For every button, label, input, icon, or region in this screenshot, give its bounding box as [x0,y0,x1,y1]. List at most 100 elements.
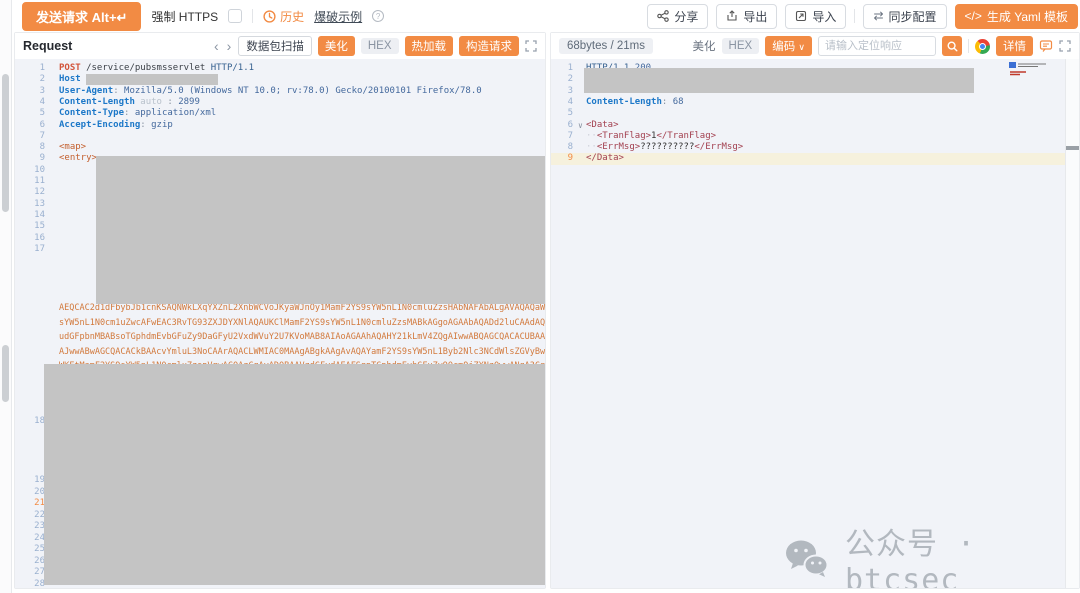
line-number: 9 [551,153,573,164]
line-number: 11 [15,176,45,187]
sync-config-button[interactable]: ⇄ 同步配置 [863,4,946,29]
line-number: 23 [15,521,45,532]
packet-scan-button[interactable]: 数据包扫描 [238,36,312,56]
export-icon [726,10,738,22]
history-label: 历史 [280,8,304,25]
code-line: 6 ∨<Data> [551,120,1079,131]
sync-icon: ⇄ [873,10,883,22]
watermark-text: 公众号 · btcsec [845,519,1079,588]
line-number: 13 [15,199,45,210]
chevron-down-icon: ∨ [798,42,805,52]
share-button[interactable]: 分享 [647,4,708,29]
send-request-button[interactable]: 发送请求 Alt+↵ [22,2,141,31]
response-stats-badge: 68bytes / 21ms [559,38,653,54]
prev-packet-icon[interactable]: ‹ [213,38,220,54]
left-edge-scrollbar[interactable] [0,0,12,593]
line-number: 12 [15,187,45,198]
fold-chevron-icon[interactable]: ∨ [578,120,583,131]
line-number: 9 [15,153,45,164]
wechat-watermark: 公众号 · btcsec [783,519,1079,588]
fullscreen-icon[interactable] [1059,40,1071,52]
line-number: 7 [551,131,573,142]
construct-request-button[interactable]: 构造请求 [459,36,519,56]
line-number: 6 [551,120,573,131]
beautify-button[interactable]: 美化 [693,38,716,54]
line-number: 21 [15,498,45,509]
search-button[interactable] [942,36,962,56]
code-line: 4Content-Length: 68 [551,97,1079,108]
encode-dropdown[interactable]: 编码 ∨ [765,36,812,56]
request-title: Request [23,39,72,53]
code-text: Content-Length: 68 [586,97,684,108]
wechat-icon [783,538,831,580]
payload-line: udGFpbnMBABsoTGphdmEvbGFuZy9DaGFyU2VxdWV… [59,330,545,345]
code-line: 1POST /service/pubsmsservlet HTTP/1.1 [15,63,545,74]
divider [854,9,855,23]
code-line: 8<map> [15,142,545,153]
code-line: 8··<ErrMsg>??????????</ErrMsg> [551,142,1079,153]
line-number: 2 [551,74,573,85]
response-editor[interactable]: 公众号 · btcsec 1HTTP/1.1 200234Content-Len… [551,59,1079,588]
history-button[interactable]: 历史 [263,8,304,25]
code-line: 7 [15,131,545,142]
comment-icon[interactable] [1039,39,1053,53]
code-text: POST /service/pubsmsservlet HTTP/1.1 [59,63,254,74]
line-number: 1 [551,63,573,74]
toolbar: 发送请求 Alt+↵ 强制 HTTPS 历史 爆破示例 ? 分享 [12,0,1080,32]
code-text: ··<TranFlag>1</TranFlag> [586,131,716,142]
code-text: </Data> [586,153,624,164]
clock-icon [263,10,276,23]
request-editor[interactable]: 1POST /service/pubsmsservlet HTTP/1.12Ho… [15,59,545,588]
import-button[interactable]: 导入 [785,4,846,29]
line-number: 7 [15,131,45,142]
scrollbar-thumb[interactable] [2,74,9,212]
line-number: 25 [15,544,45,555]
code-line: 5 [551,108,1079,119]
code-line: 4 Content-Length auto : 2899 [15,97,545,108]
code-text: User-Agent: Mozilla/5.0 (Windows NT 10.0… [59,86,482,97]
import-icon [795,10,807,22]
chrome-icon[interactable] [975,39,990,54]
response-panel-header: 68bytes / 21ms 美化 HEX 编码 ∨ 详情 [551,33,1079,59]
beautify-button[interactable]: 美化 [318,36,355,56]
code-line: 3 User-Agent: Mozilla/5.0 (Windows NT 10.… [15,86,545,97]
fullscreen-icon[interactable] [525,40,537,52]
hot-reload-button[interactable]: 热加载 [405,36,454,56]
code-text: ··<ErrMsg>??????????</ErrMsg> [586,142,743,153]
detail-button[interactable]: 详情 [996,36,1033,56]
export-button[interactable]: 导出 [716,4,777,29]
line-number: 22 [15,510,45,521]
payload-line: sYW5nL1N0cm1uZwcAFwEAC3RvTG93ZXJDYXNlAQA… [59,316,545,331]
divider [252,9,253,23]
line-number: 18 [15,416,45,427]
help-icon[interactable]: ? [372,10,384,22]
encode-label: 编码 [772,41,795,53]
code-text: Content-Length auto : 2899 [59,97,200,108]
force-https-checkbox[interactable] [228,9,242,23]
share-icon [657,10,669,22]
export-label: 导出 [743,8,767,25]
line-number: 3 [15,86,45,97]
line-number: 16 [15,233,45,244]
hex-button[interactable]: HEX [722,38,760,54]
line-number: 4 [15,97,45,108]
line-number: 6 [15,120,45,131]
import-label: 导入 [812,8,836,25]
hex-button[interactable]: HEX [361,38,399,54]
code-line: 7 ··<TranFlag>1</TranFlag> [551,131,1079,142]
locate-response-input[interactable] [818,36,936,56]
code-line: 9 </Data> [551,153,1079,164]
scrollbar-thumb[interactable] [2,345,9,402]
request-panel: Request ‹ › 数据包扫描 美化 HEX 热加载 构造请求 1POST … [14,32,546,589]
blast-example-link[interactable]: 爆破示例 [314,8,362,25]
code-text: <Data> [586,120,619,131]
line-number: 14 [15,210,45,221]
generate-yaml-button[interactable]: </> 生成 Yaml 模板 [955,4,1078,29]
next-packet-icon[interactable]: › [226,38,233,54]
code-icon: </> [965,10,982,22]
divider [968,39,969,53]
line-number: 26 [15,556,45,567]
payload-line: AJwwABwAGCQACACkBAAcvYmluL3NoCAArAQACLWM… [59,345,545,360]
request-panel-header: Request ‹ › 数据包扫描 美化 HEX 热加载 构造请求 [15,33,545,59]
redaction-overlay [96,156,545,304]
